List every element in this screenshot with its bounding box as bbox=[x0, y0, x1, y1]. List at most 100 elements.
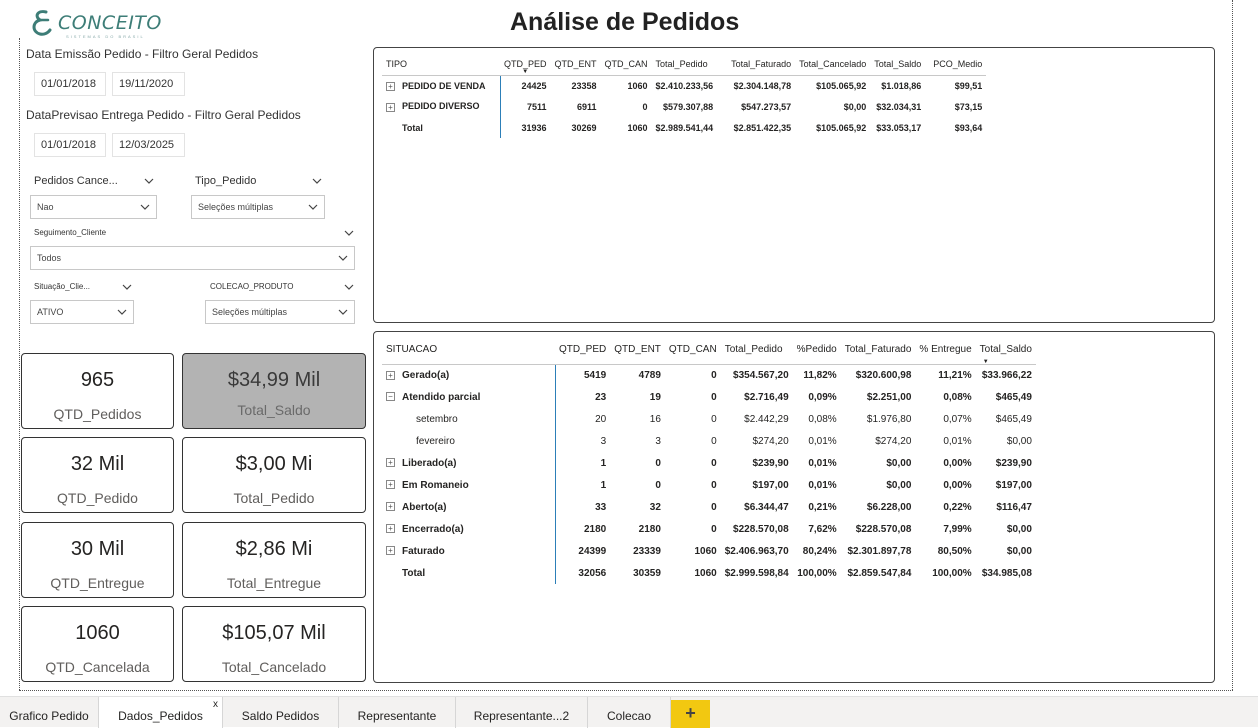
expand-icon[interactable]: + bbox=[386, 81, 395, 91]
column-header-total-saldo[interactable]: Total_Saldo ▼ bbox=[975, 336, 1036, 365]
expand-icon[interactable]: + bbox=[386, 102, 395, 112]
close-icon[interactable]: x bbox=[213, 699, 218, 710]
row-label-text: Faturado bbox=[402, 545, 445, 557]
cell: 1 bbox=[600, 457, 607, 469]
table-row-child[interactable]: fevereiro 3 3 0 $274,20 0,01% $274,20 0,… bbox=[382, 430, 1036, 452]
tab-label: Dados_Pedidos bbox=[118, 709, 203, 723]
chevron-down-icon[interactable] bbox=[144, 176, 154, 186]
kpi-value: $3,00 Mi bbox=[235, 453, 313, 475]
situacao-cliente-dropdown[interactable]: ATIVO bbox=[30, 300, 134, 324]
cell: 7,62% bbox=[808, 523, 837, 535]
table-row[interactable]: + Faturado 24399 23339 1060 $2.406.963,70… bbox=[382, 540, 1036, 562]
row-label: + Liberado(a) bbox=[382, 452, 556, 474]
column-header-pco-medio[interactable]: PCO_Medio bbox=[925, 54, 987, 76]
cell: 0 bbox=[711, 523, 717, 535]
cell: $2.442,29 bbox=[744, 413, 789, 425]
chevron-down-icon[interactable] bbox=[122, 282, 132, 292]
table-row-child[interactable]: setembro 20 16 0 $2.442,29 0,08% $1.976,… bbox=[382, 408, 1036, 430]
chevron-down-icon[interactable] bbox=[344, 228, 354, 238]
cell: 0,21% bbox=[808, 501, 837, 513]
column-header-total-cancelado[interactable]: Total_Cancelado bbox=[795, 54, 871, 76]
kpi-card-qtd-entregue[interactable]: 30 Mil QTD_Entregue bbox=[21, 522, 174, 598]
colecao-dropdown[interactable]: Seleções múltiplas bbox=[205, 300, 355, 324]
emissao-from-input[interactable]: 01/01/2018 bbox=[34, 72, 106, 96]
column-header-qtd-ent[interactable]: QTD_ENT bbox=[610, 336, 665, 365]
cell: $274,20 bbox=[875, 435, 912, 447]
expand-icon[interactable]: + bbox=[386, 370, 395, 380]
column-header-pct-entregue[interactable]: % Entregue bbox=[915, 336, 976, 365]
column-header-total-pedido[interactable]: Total_Pedido bbox=[651, 54, 718, 76]
kpi-card-qtd-pedidos[interactable]: 965 QTD_Pedidos bbox=[21, 353, 174, 429]
expand-icon[interactable]: + bbox=[386, 524, 395, 534]
page-border-bottom bbox=[19, 690, 1233, 691]
cell: 1060 bbox=[627, 80, 648, 91]
previsao-from-input[interactable]: 01/01/2018 bbox=[34, 133, 106, 157]
tab-dados-pedidos[interactable]: Dados_Pedidos x bbox=[99, 697, 223, 728]
collapse-icon[interactable]: − bbox=[386, 392, 395, 402]
table-row[interactable]: + Encerrado(a) 2180 2180 0 $228.570,08 7,… bbox=[382, 518, 1036, 540]
cell: 0,00% bbox=[943, 457, 972, 469]
column-header-pct-pedido[interactable]: %Pedido bbox=[792, 336, 841, 365]
column-header-total-faturado[interactable]: Total_Faturado bbox=[717, 54, 796, 76]
cell: $228.570,08 bbox=[855, 523, 912, 535]
kpi-card-qtd-cancelada[interactable]: 1060 QTD_Cancelada bbox=[21, 606, 174, 682]
table-row[interactable]: + PEDIDO DIVERSO 7511 6911 0 $579.307,88 … bbox=[382, 96, 986, 117]
tipo-pedido-dropdown[interactable]: Seleções múltiplas bbox=[191, 195, 325, 219]
column-header-total-faturado[interactable]: Total_Faturado bbox=[840, 336, 916, 365]
row-label-text: Em Romaneio bbox=[402, 479, 469, 491]
segmento-dropdown[interactable]: Todos bbox=[30, 246, 355, 270]
cell: 0 bbox=[655, 479, 661, 491]
kpi-card-total-entregue[interactable]: $2,86 Mi Total_Entregue bbox=[182, 522, 366, 598]
table-row[interactable]: + Liberado(a) 1 0 0 $239,90 0,01% $0,00 0… bbox=[382, 452, 1036, 474]
tab-representante-2[interactable]: Representante...2 bbox=[456, 697, 588, 728]
cell: $32.034,31 bbox=[876, 101, 922, 112]
expand-icon[interactable]: + bbox=[386, 480, 395, 490]
kpi-card-total-saldo[interactable]: $34,99 Mil Total_Saldo bbox=[182, 353, 366, 429]
column-header-total-pedido[interactable]: Total_Pedido bbox=[720, 336, 793, 365]
chevron-down-icon[interactable] bbox=[344, 282, 354, 292]
chevron-down-icon[interactable] bbox=[312, 176, 322, 186]
cell: 0,08% bbox=[808, 413, 837, 425]
kpi-card-qtd-pedido[interactable]: 32 Mil QTD_Pedido bbox=[21, 437, 174, 513]
cell: 1060 bbox=[694, 545, 717, 557]
cell: $465,49 bbox=[995, 391, 1032, 403]
table-row[interactable]: + Aberto(a) 33 32 0 $6.344,47 0,21% $6.22… bbox=[382, 496, 1036, 518]
emissao-to-input[interactable]: 19/11/2020 bbox=[112, 72, 185, 96]
expand-icon[interactable]: + bbox=[386, 546, 395, 556]
tab-representante[interactable]: Representante bbox=[339, 697, 456, 728]
column-header-situacao[interactable]: SITUACAO bbox=[382, 336, 555, 365]
cell: 23339 bbox=[633, 545, 661, 557]
tab-grafico-pedido[interactable]: Grafico Pedido bbox=[0, 697, 99, 728]
expand-icon[interactable]: + bbox=[386, 502, 395, 512]
situacao-cliente-slicer-label: Situação_Clie... bbox=[34, 282, 91, 291]
kpi-value: 30 Mil bbox=[70, 538, 125, 560]
add-page-button[interactable]: + bbox=[671, 700, 710, 728]
cell: $0,00 bbox=[1006, 435, 1032, 447]
cell: $2.304.148,78 bbox=[733, 80, 792, 91]
cell: $228.570,08 bbox=[733, 523, 789, 535]
column-header-qtd-ped[interactable]: QTD_PED ▼ bbox=[500, 54, 551, 76]
kpi-card-total-cancelado[interactable]: $105,07 Mil Total_Cancelado bbox=[182, 606, 366, 682]
column-header-qtd-can[interactable]: QTD_CAN bbox=[664, 336, 721, 365]
table-row[interactable]: + Gerado(a) 5419 4789 0 $354.567,20 11,82… bbox=[382, 364, 1036, 386]
expand-icon[interactable]: + bbox=[386, 458, 395, 468]
column-header-qtd-can[interactable]: QTD_CAN bbox=[600, 54, 652, 76]
table-row[interactable]: − Atendido parcial 23 19 0 $2.716,49 0,09… bbox=[382, 386, 1036, 408]
cell: $0,00 bbox=[1006, 545, 1032, 557]
table-row[interactable]: + Em Romaneio 1 0 0 $197,00 0,01% $0,00 0… bbox=[382, 474, 1036, 496]
column-header-tipo[interactable]: TIPO bbox=[382, 54, 500, 76]
cell: 0,09% bbox=[808, 391, 837, 403]
cell: 0,01% bbox=[808, 435, 837, 447]
column-header-total-saldo[interactable]: Total_Saldo bbox=[870, 54, 926, 76]
cell: $6.228,00 bbox=[866, 501, 912, 513]
table-row[interactable]: + PEDIDO DE VENDA 24425 23358 1060 $2.410… bbox=[382, 75, 986, 96]
cancelados-dropdown[interactable]: Nao bbox=[30, 195, 157, 219]
column-header-label: QTD_PED bbox=[504, 59, 547, 70]
previsao-to-input[interactable]: 12/03/2025 bbox=[112, 133, 185, 157]
tab-saldo-pedidos[interactable]: Saldo Pedidos bbox=[223, 697, 339, 728]
column-header-qtd-ent[interactable]: QTD_ENT bbox=[550, 54, 601, 76]
column-header-qtd-ped[interactable]: QTD_PED bbox=[555, 336, 611, 365]
kpi-card-total-pedido[interactable]: $3,00 Mi Total_Pedido bbox=[182, 437, 366, 513]
tab-colecao[interactable]: Colecao bbox=[588, 697, 671, 728]
cell: 33 bbox=[595, 501, 607, 513]
